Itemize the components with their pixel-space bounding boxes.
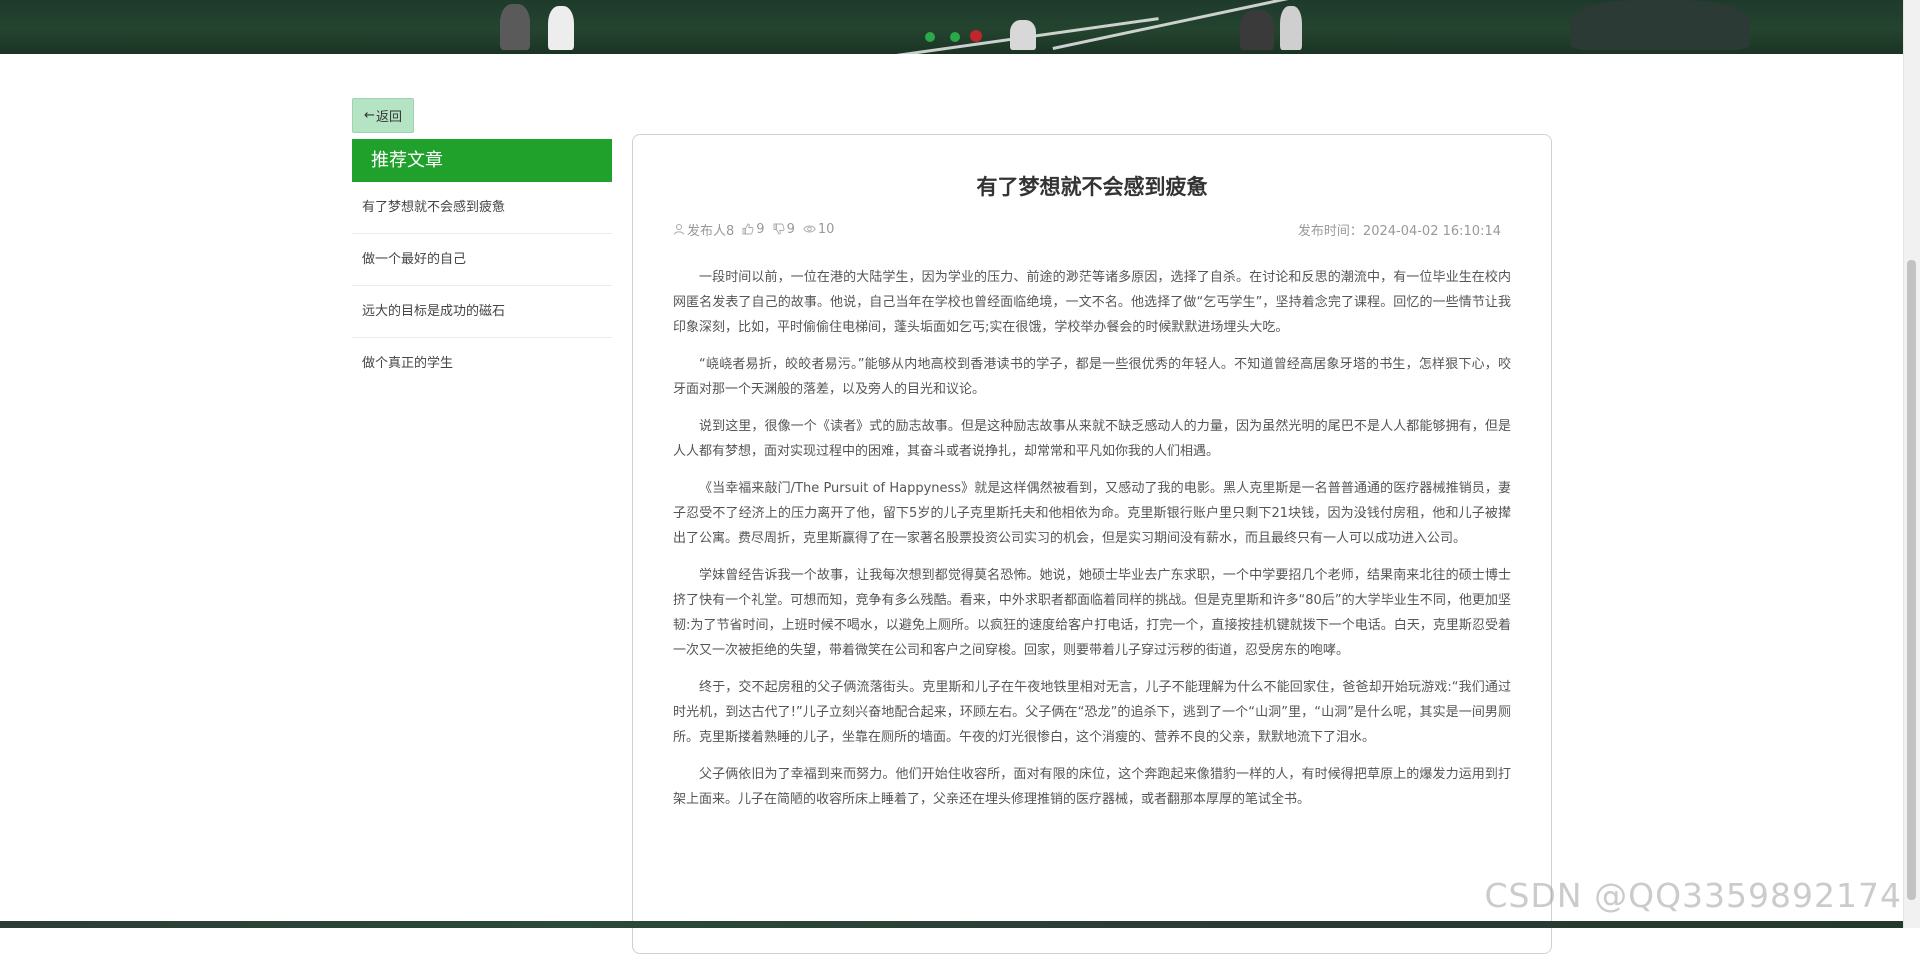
back-arrow-icon: ←: [364, 108, 375, 123]
article-paragraph: 终于，交不起房租的父子俩流落街头。克里斯和儿子在午夜地铁里相对无言，儿子不能理解…: [673, 680, 1511, 745]
banner-indicator-dot[interactable]: [925, 32, 935, 42]
article-paragraph: 《当幸福来敲门/The Pursuit of Happyness》就是这样偶然被…: [673, 481, 1511, 546]
back-button-label: 返回: [375, 110, 402, 125]
thumbs-up-icon: [742, 223, 754, 235]
banner-indicator-dot-active[interactable]: [970, 30, 982, 42]
scrollbar-thumb[interactable]: [1907, 260, 1916, 900]
publisher-name: 发布人8: [687, 223, 735, 239]
dislike-button[interactable]: 9: [773, 222, 795, 237]
article-paragraph: 一段时间以前，一位在港的大陆学生，因为学业的压力、前途的渺茫等诸多原因，选择了自…: [673, 270, 1511, 335]
bottom-edge-strip: [0, 921, 1904, 928]
publisher-stat: 发布人8: [673, 220, 734, 239]
top-banner-image: [0, 0, 1904, 54]
article-content: 一段时间以前，一位在港的大陆学生，因为学业的压力、前途的渺茫等诸多原因，选择了自…: [673, 265, 1511, 824]
views-stat: 10: [803, 221, 835, 237]
article-paragraph: 父子俩依旧为了幸福到来而努力。他们开始住收容所，面对有限的床位，这个奔跑起来像猎…: [673, 767, 1511, 807]
recommended-articles-list: 有了梦想就不会感到疲惫 做一个最好的自己 远大的目标是成功的磁石 做个真正的学生: [352, 182, 612, 389]
article-meta: 发布人8 9 9 10 发布时间：2024-04-02 16:10:14: [673, 219, 1501, 239]
view-count: 10: [817, 221, 835, 237]
banner-indicator-dot[interactable]: [950, 32, 960, 42]
eye-icon: [803, 225, 816, 233]
publish-time: 发布时间：2024-04-02 16:10:14: [1298, 220, 1501, 239]
recommended-article-link[interactable]: 做一个最好的自己: [352, 234, 612, 286]
dislike-count: 9: [786, 221, 795, 237]
article-paragraph: 说到这里，很像一个《读者》式的励志故事。但是这种励志故事从来就不缺乏感动人的力量…: [673, 419, 1511, 459]
recommended-article-link[interactable]: 远大的目标是成功的磁石: [352, 286, 612, 338]
sidebar-title: 推荐文章: [352, 139, 612, 182]
publish-time-value: 2024-04-02 16:10:14: [1362, 223, 1501, 239]
recommended-article-link[interactable]: 做个真正的学生: [352, 338, 612, 389]
page-scrollbar[interactable]: [1903, 0, 1920, 928]
back-button[interactable]: ← 返回: [352, 98, 414, 133]
csdn-watermark: CSDN @QQ3359892174: [1484, 876, 1902, 915]
recommended-articles-sidebar: 推荐文章 有了梦想就不会感到疲惫 做一个最好的自己 远大的目标是成功的磁石 做个…: [352, 139, 612, 389]
article-paragraph: “峣峣者易折，皎皎者易污。”能够从内地高校到香港读书的学子，都是一些很优秀的年轻…: [673, 357, 1511, 397]
thumbs-down-icon: [773, 223, 785, 235]
article-card: 有了梦想就不会感到疲惫 发布人8 9 9 10 发布时间：2024-04-02 …: [632, 134, 1552, 954]
article-title: 有了梦想就不会感到疲惫: [976, 175, 1208, 199]
user-icon: [674, 224, 684, 235]
recommended-article-link[interactable]: 有了梦想就不会感到疲惫: [352, 182, 612, 234]
like-button[interactable]: 9: [742, 221, 765, 237]
article-paragraph: 学妹曾经告诉我一个故事，让我每次想到都觉得莫名恐怖。她说，她硕士毕业去广东求职，…: [673, 568, 1511, 658]
publish-time-label: 发布时间：: [1297, 223, 1363, 239]
like-count: 9: [756, 221, 765, 237]
